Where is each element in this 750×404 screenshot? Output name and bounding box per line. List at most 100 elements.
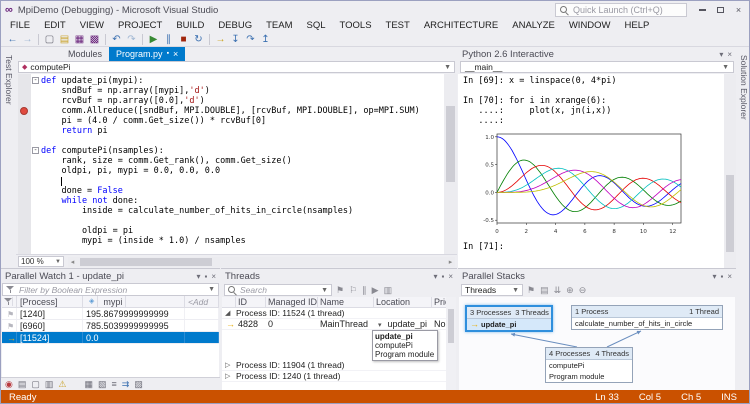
code-editor[interactable]: -def update_pi(mypi): sndBuf = np.array(… [18, 74, 444, 254]
chevron-down-icon[interactable]: ▾ [719, 50, 723, 59]
code-line[interactable]: pi = (4.0 / comm.Get_size()) * rcvBuf[0] [18, 116, 444, 126]
menu-view[interactable]: VIEW [73, 19, 111, 32]
breakpoint-gutter[interactable] [18, 156, 31, 166]
threads-search-input[interactable]: Search ▼ [224, 284, 332, 296]
processes-window-icon[interactable]: ⇉ [122, 378, 130, 391]
watch-value-cell[interactable]: 195.8679999999999 [83, 308, 185, 319]
add-watch-column-header[interactable]: <Add [185, 296, 219, 307]
stack-frame[interactable]: computePi [375, 341, 435, 350]
breakpoint-gutter[interactable] [18, 86, 31, 96]
breakpoint-gutter[interactable] [18, 216, 31, 226]
thread-group-row[interactable]: ▷Process ID: 1240 (1 thread) [222, 371, 456, 382]
repl-prompt[interactable]: In [71]: [463, 242, 724, 252]
stack-frame[interactable]: →update_pi [467, 319, 551, 330]
threads-column-header[interactable]: Name [318, 297, 374, 307]
break-all-icon[interactable]: ∥ [161, 33, 176, 46]
save-all-icon[interactable]: ▩ [87, 33, 102, 46]
code-line[interactable]: return pi [18, 126, 444, 136]
code-line[interactable]: -def computePi(nsamples): [18, 146, 444, 156]
open-file-icon[interactable]: ▤ [57, 33, 72, 46]
breakpoint-gutter[interactable] [18, 196, 31, 206]
output-window-icon[interactable]: ▤ [18, 378, 27, 391]
menu-analyze[interactable]: ANALYZE [505, 19, 562, 32]
stack-frame[interactable]: calculate_number_of_hits_in_circle [572, 318, 722, 329]
show-next-statement-icon[interactable]: → [213, 33, 228, 46]
watch-process-cell[interactable]: [1240] [17, 308, 83, 319]
interactive-header[interactable]: Python 2.6 Interactive ▾ × [458, 47, 736, 61]
sidebar-tab-solution-explorer[interactable]: Solution Explorer [739, 55, 749, 120]
menu-sql[interactable]: SQL [300, 19, 333, 32]
breakpoint-gutter[interactable] [18, 136, 31, 146]
flag-icon[interactable]: ⚑ [4, 310, 17, 319]
freeze-thread-icon[interactable]: ∥ [362, 284, 367, 296]
save-icon[interactable]: ▦ [72, 33, 87, 46]
autos-window-icon[interactable]: ▧ [98, 378, 107, 391]
code-line[interactable]: while not done: [18, 196, 444, 206]
code-line[interactable]: rank, size = comm.Get_rank(), comm.Get_s… [18, 156, 444, 166]
method-view-icon[interactable]: ▤ [540, 284, 549, 296]
stack-frame[interactable]: update_pi [375, 332, 435, 341]
menu-edit[interactable]: EDIT [37, 19, 73, 32]
scrollbar-thumb[interactable] [448, 309, 454, 343]
breakpoint-gutter[interactable] [18, 106, 31, 116]
chevron-down-icon[interactable]: ▾ [712, 272, 716, 281]
close-icon[interactable]: × [448, 272, 453, 281]
stacks-view-dropdown[interactable]: Threads ▼ [461, 284, 523, 296]
breakpoint-gutter[interactable] [18, 226, 31, 236]
thread-row[interactable]: →48280MainThread▾ update_piNormal [222, 319, 456, 330]
menu-build[interactable]: BUILD [169, 19, 211, 32]
breakpoint-gutter[interactable] [18, 96, 31, 106]
breakpoints-window-icon[interactable]: ◉ [5, 378, 13, 391]
step-out-icon[interactable]: ↥ [258, 33, 273, 46]
auto-scroll-to-current-icon[interactable]: ⇊ [554, 284, 562, 296]
immediate-window-icon[interactable]: ▢ [31, 378, 40, 391]
title-bar[interactable]: ∞ MpiDemo (Debugging) - Microsoft Visual… [1, 1, 749, 19]
locals-window-icon[interactable]: ▦ [84, 378, 93, 391]
watch-grid-header[interactable]: [Process] ◈mypi <Add [2, 296, 219, 308]
chevron-down-icon[interactable]: ▼ [321, 287, 328, 294]
zoom-out-icon[interactable]: ⊖ [579, 284, 587, 296]
menu-debug[interactable]: DEBUG [211, 19, 259, 32]
command-window-icon[interactable]: ▥ [45, 378, 54, 391]
watch-row[interactable]: ⚑[1240]195.8679999999999 [2, 308, 219, 320]
code-line[interactable]: oldpi, pi, mypi = 0.0, 0.0, 0.0 [18, 166, 444, 176]
nav-backward-icon[interactable]: ← [5, 33, 20, 46]
threads-header[interactable]: Threads ▾ ▪ × [221, 269, 457, 283]
restart-icon[interactable]: ↻ [191, 33, 206, 46]
thaw-thread-icon[interactable]: ▶ [372, 284, 379, 296]
watch-filter-input[interactable]: Filter by Boolean Expression ▼ [2, 283, 219, 296]
expand-icon[interactable]: ▷ [225, 372, 233, 380]
chevron-down-icon[interactable]: ▼ [444, 64, 451, 71]
minimize-button[interactable] [695, 3, 710, 16]
tab-program-py[interactable]: Program.py ▪ × [109, 47, 185, 61]
threads-grid-header[interactable]: IDManaged IDNameLocationPrio [222, 297, 456, 308]
breakpoint-gutter[interactable] [18, 236, 31, 246]
stack-frame[interactable]: computePi [546, 360, 632, 371]
code-line[interactable]: sndBuf = np.array([mypi],'d') [18, 86, 444, 96]
code-line[interactable]: rcvBuf = np.array([0.0],'d') [18, 96, 444, 106]
threads-column-header[interactable]: ID [236, 297, 266, 307]
show-only-flagged-icon[interactable]: ⚑ [527, 284, 535, 296]
sidebar-tab-test-explorer[interactable]: Test Explorer [4, 55, 14, 105]
editor-vertical-scrollbar[interactable] [444, 74, 457, 254]
threads-column-header[interactable]: Managed ID [266, 297, 318, 307]
breakpoint-gutter[interactable] [18, 206, 31, 216]
threads-column-header[interactable] [222, 297, 236, 307]
stack-frame-box[interactable]: 4 Processes4 ThreadscomputePiProgram mod… [545, 347, 633, 383]
watch-process-cell[interactable]: [6960] [17, 320, 83, 331]
parallel-stacks-header[interactable]: Parallel Stacks ▾ ▪ × [458, 269, 736, 283]
stack-frame-box[interactable]: 1 Process1 Threadcalculate_number_of_hit… [571, 305, 723, 330]
breakpoint-gutter[interactable] [18, 186, 31, 196]
flag-column-header[interactable] [2, 296, 17, 307]
thread-group-row[interactable]: ◢Process ID: 11524 (1 thread) [222, 308, 456, 319]
parallel-watch-header[interactable]: Parallel Watch 1 - update_pi ▾ ▪ × [1, 269, 220, 283]
menu-architecture[interactable]: ARCHITECTURE [417, 19, 505, 32]
thread-group-row[interactable]: ▷Process ID: 11904 (1 thread) [222, 360, 456, 371]
collapse-icon[interactable]: ◢ [225, 309, 233, 317]
redo-icon[interactable]: ↷ [124, 33, 139, 46]
undo-icon[interactable]: ↶ [109, 33, 124, 46]
modules-window-icon[interactable]: ▨ [134, 378, 143, 391]
chevron-down-icon[interactable]: ▾ [433, 272, 437, 281]
close-icon[interactable]: × [727, 272, 732, 281]
menu-project[interactable]: PROJECT [111, 19, 169, 32]
